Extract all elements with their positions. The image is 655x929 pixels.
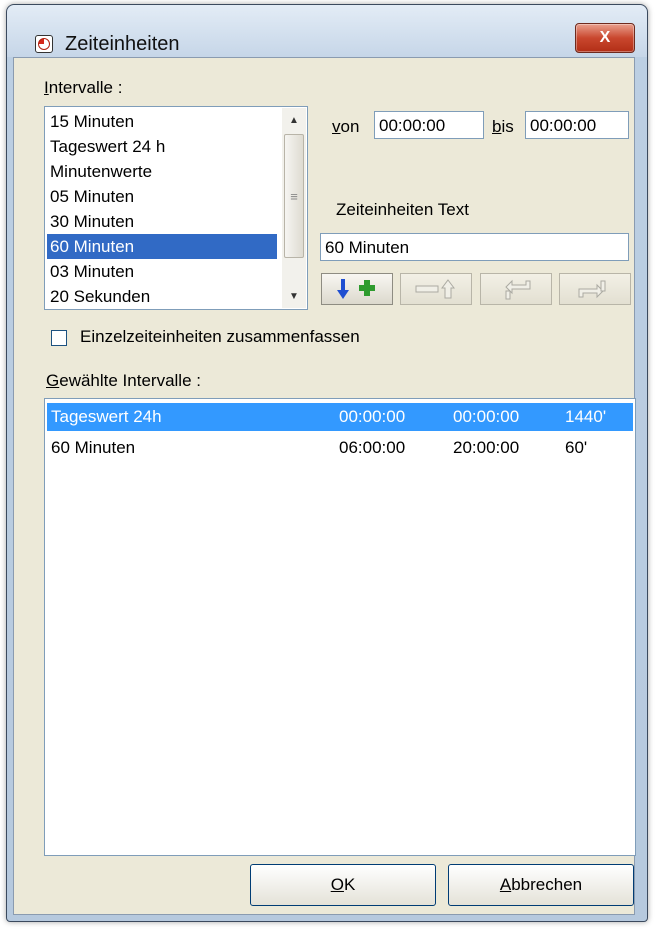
list-item[interactable]: 60 Minuten xyxy=(47,234,277,259)
list-item[interactable]: Tageswert 24 h xyxy=(47,134,277,159)
app-clock-icon xyxy=(35,35,53,53)
window-title: Zeiteinheiten xyxy=(65,33,180,55)
text-field-label: Zeiteinheiten Text xyxy=(336,200,469,219)
move-down-icon xyxy=(505,279,531,300)
table-row[interactable]: 60 Minuten 06:00:00 20:00:00 60' xyxy=(47,434,633,462)
row-name: Tageswert 24h xyxy=(51,407,162,426)
list-item[interactable]: 15 Minuten xyxy=(47,109,277,134)
selected-intervals-list[interactable]: Tageswert 24h 00:00:00 00:00:00 1440' 60… xyxy=(44,398,636,856)
row-from: 06:00:00 xyxy=(339,438,406,457)
intervals-listbox[interactable]: 15 Minuten Tageswert 24 h Minutenwerte 05 M… xyxy=(44,106,308,310)
merge-checkbox[interactable] xyxy=(51,330,67,346)
from-label: von xyxy=(332,117,360,136)
row-from: 00:00:00 xyxy=(339,407,406,426)
row-minutes: 60' xyxy=(565,438,588,457)
from-time-field[interactable]: 00:00:00 xyxy=(374,111,484,139)
move-down-button[interactable] xyxy=(480,273,552,305)
merge-checkbox-label[interactable]: Einzelzeiteinheiten zusammenfassen xyxy=(80,327,360,347)
remove-interval-button[interactable] xyxy=(400,273,472,305)
intervals-label: Intervalle : xyxy=(44,78,123,97)
ok-button[interactable]: OK xyxy=(250,864,436,906)
dialog-window: Zeiteinheiten X Intervalle : 15 Minuten T… xyxy=(6,4,648,922)
row-to: 00:00:00 xyxy=(453,407,520,426)
to-time-field[interactable]: 00:00:00 xyxy=(525,111,629,139)
title-bar[interactable]: Zeiteinheiten X xyxy=(7,5,647,57)
table-row[interactable]: Tageswert 24h 00:00:00 00:00:00 1440' xyxy=(47,403,633,431)
scroll-thumb[interactable]: ≡ xyxy=(284,134,304,258)
remove-up-icon xyxy=(415,279,455,299)
scroll-down-icon[interactable]: ▼ xyxy=(282,284,306,308)
intervals-scrollbar[interactable]: ▲ ≡ ▼ xyxy=(282,108,306,308)
scroll-up-icon[interactable]: ▲ xyxy=(282,108,306,132)
close-button[interactable]: X xyxy=(575,23,635,53)
row-minutes: 1440' xyxy=(565,407,607,426)
list-item[interactable]: Minutenwerte xyxy=(47,159,277,184)
add-interval-button[interactable] xyxy=(321,273,393,305)
row-to: 20:00:00 xyxy=(453,438,520,457)
move-up-button[interactable] xyxy=(559,273,631,305)
move-up-icon xyxy=(578,280,606,299)
list-item[interactable]: 03 Minuten xyxy=(47,259,277,284)
list-item[interactable]: 05 Minuten xyxy=(47,184,277,209)
row-name: 60 Minuten xyxy=(51,438,136,457)
cancel-button[interactable]: Abbrechen xyxy=(448,864,634,906)
selected-intervals-label: Gewählte Intervalle : xyxy=(46,371,201,390)
dialog-client-area: Intervalle : 15 Minuten Tageswert 24 h Min… xyxy=(13,57,636,915)
list-item[interactable]: 20 Sekunden xyxy=(47,284,277,309)
to-label: bis xyxy=(492,117,514,136)
add-down-icon xyxy=(337,279,375,299)
list-item[interactable]: 30 Minuten xyxy=(47,209,277,234)
unit-text-input[interactable]: 60 Minuten xyxy=(320,233,629,261)
